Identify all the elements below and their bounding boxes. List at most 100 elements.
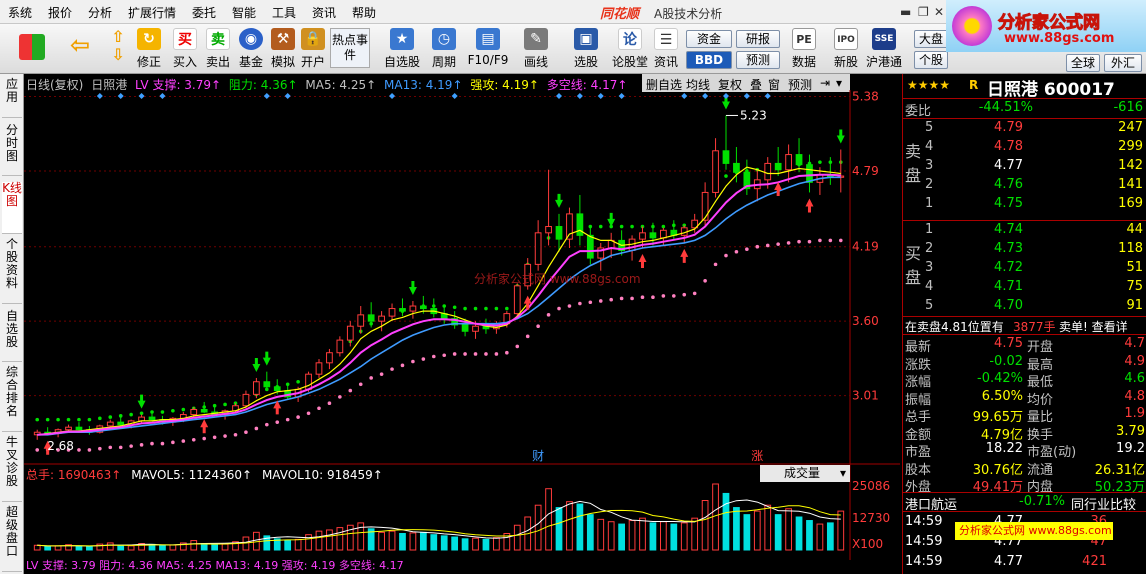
sector-row[interactable]: 港口航运 -0.71% 同行业比较 <box>903 494 1146 513</box>
fund-button[interactable]: ◉ 基金 <box>236 26 266 72</box>
candle-body <box>555 226 563 240</box>
research-button[interactable]: 研报 <box>736 30 780 48</box>
buy-level-number: 5 <box>925 298 934 313</box>
candle-body <box>461 324 469 332</box>
menu-smart[interactable]: 智能 <box>232 4 256 21</box>
rating-badge: R <box>969 78 979 92</box>
minimize-icon[interactable]: ▬ <box>900 5 911 19</box>
candle-body <box>586 234 594 259</box>
buy-level-row[interactable]: 4 4.71 75 <box>903 279 1146 296</box>
stat-value: 4.7 <box>1124 336 1145 351</box>
stat-label: 振幅 <box>905 392 932 408</box>
tick-time: 14:59 <box>905 514 943 529</box>
menu-extended[interactable]: 扩展行情 <box>128 4 176 21</box>
resistance-dot <box>463 306 467 311</box>
candle-body <box>106 421 114 427</box>
buy-volume: 75 <box>1126 279 1143 294</box>
news-button[interactable]: ☰ 资讯 <box>650 26 682 72</box>
volume-bar <box>534 504 542 551</box>
hot-events-button[interactable]: 热点事件 <box>330 28 370 68</box>
event-diamond-marker <box>743 93 750 99</box>
grid-button[interactable] <box>14 26 50 72</box>
buy-level-row[interactable]: 1 4.74 44 <box>903 222 1146 239</box>
tab-apps[interactable]: 应用 <box>2 78 22 118</box>
menu-news[interactable]: 资讯 <box>312 4 336 21</box>
volume-bar <box>75 545 83 551</box>
buy-price: 4.74 <box>994 222 1023 237</box>
tab-ranking[interactable]: 综合排名 <box>2 366 22 432</box>
menu-trade[interactable]: 委托 <box>192 4 216 21</box>
flower-logo-icon <box>952 6 992 46</box>
support-dot <box>306 411 311 416</box>
menu-tools[interactable]: 工具 <box>272 4 296 21</box>
back-button[interactable]: ⇦ <box>62 26 98 72</box>
resistance-dot <box>724 174 728 178</box>
sell-level-row[interactable]: 4 4.78 299 <box>903 139 1146 156</box>
select-stock-button[interactable]: ▣ 选股 <box>566 26 606 72</box>
fullscreen-icon[interactable]: ⇥ <box>820 76 830 90</box>
menu-system[interactable]: 系统 <box>8 4 32 21</box>
global-button[interactable]: 全球 <box>1066 54 1100 72</box>
correct-button[interactable]: ↻ 修正 <box>134 26 164 72</box>
bbd-button[interactable]: BBD <box>686 51 732 69</box>
chevron-down-icon[interactable]: ▾ <box>836 76 842 90</box>
order-notice[interactable]: 在卖盘4.81位置有 3877手 卖单! 查看详 <box>903 318 1146 335</box>
buy-volume: 118 <box>1118 241 1143 256</box>
tab-kline[interactable]: K线图 <box>2 182 22 234</box>
simulate-button[interactable]: ⚒ 模拟 <box>268 26 298 72</box>
forex-button[interactable]: 外汇 <box>1104 54 1142 72</box>
hammer-icon: ⚒ <box>271 28 295 50</box>
notice-link[interactable]: 卖单! 查看详 <box>1059 318 1128 335</box>
buy-level-row[interactable]: 2 4.73 118 <box>903 241 1146 258</box>
support-dot <box>536 324 540 329</box>
tab-diagnosis[interactable]: 牛叉诊股 <box>2 436 22 502</box>
limit-up-marker: 涨 <box>751 448 763 463</box>
support-dot <box>338 395 342 399</box>
tab-watchlist[interactable]: 自选股 <box>2 310 22 362</box>
open-account-button[interactable]: 🔒 开户 <box>298 26 328 72</box>
sell-level-row[interactable]: 3 4.77 142 <box>903 158 1146 175</box>
page-up-down-button[interactable]: ⇧ ⇩ <box>104 26 132 72</box>
menu-quotes[interactable]: 报价 <box>48 4 72 21</box>
menu-help[interactable]: 帮助 <box>352 4 376 21</box>
draw-line-button[interactable]: ✎ 画线 <box>516 26 556 72</box>
data-button[interactable]: PE 数据 <box>786 26 822 72</box>
period-button[interactable]: ◷ 周期 <box>426 26 462 72</box>
sell-level-number: 2 <box>925 177 934 192</box>
tab-order-book[interactable]: 超级盘口 <box>2 506 22 572</box>
resistance-dot <box>473 306 478 311</box>
buy-button[interactable]: 买 买入 <box>170 26 200 72</box>
ipo-button[interactable]: IPO 新股 <box>830 26 862 72</box>
stat-label: 最低 <box>1027 375 1054 390</box>
stock-button[interactable]: 个股 <box>914 51 948 69</box>
sell-signal-arrow <box>262 351 271 366</box>
tab-intraday[interactable]: 分时图 <box>2 124 22 176</box>
kline-chart[interactable]: 5.23 2.68 财 涨 分析家公式网 www.88gs.com 5.38 4.79 4.… <box>24 90 900 560</box>
forecast-button[interactable]: 预测 <box>736 51 780 69</box>
sell-level-row[interactable]: 2 4.76 141 <box>903 177 1146 194</box>
event-diamond-marker <box>159 93 166 99</box>
restore-icon[interactable]: ❐ <box>918 5 929 19</box>
support-dot <box>244 430 248 435</box>
menu-analysis[interactable]: 分析 <box>88 4 112 21</box>
buy-level-row[interactable]: 5 4.70 91 <box>903 298 1146 315</box>
stats-row: 总手 99.65万 量比 1.9 <box>903 406 1146 425</box>
forum-button[interactable]: 论 论股堂 <box>610 26 650 72</box>
sell-button[interactable]: 卖 卖出 <box>203 26 233 72</box>
watchlist-button[interactable]: ★ 自选股 <box>380 26 424 72</box>
fund-flow-button[interactable]: 资金 <box>686 30 732 48</box>
buy-level-row[interactable]: 3 4.72 51 <box>903 260 1146 277</box>
sell-level-row[interactable]: 1 4.75 169 <box>903 196 1146 213</box>
hk-connect-button[interactable]: SSE 沪港通 <box>864 26 904 72</box>
sell-level-row[interactable]: 5 4.79 247 <box>903 120 1146 137</box>
market-button[interactable]: 大盘 <box>914 30 948 48</box>
f10-button[interactable]: ▤ F10/F9 <box>466 26 510 72</box>
tab-stock-profile[interactable]: 个股资料 <box>2 238 22 304</box>
support-dot <box>609 297 613 302</box>
buy-level-number: 2 <box>925 241 934 256</box>
volume-indicator-select[interactable]: 成交量 ▾ <box>760 465 850 482</box>
watermark-banner: 分析家公式网 www.88gs.com <box>946 0 1146 52</box>
weibi-diff: -616 <box>1113 100 1143 115</box>
close-icon[interactable]: ✕ <box>934 5 944 19</box>
left-tab-bar: 应用 分时图 K线图 个股资料 自选股 综合排名 牛叉诊股 超级盘口 <box>0 74 24 574</box>
